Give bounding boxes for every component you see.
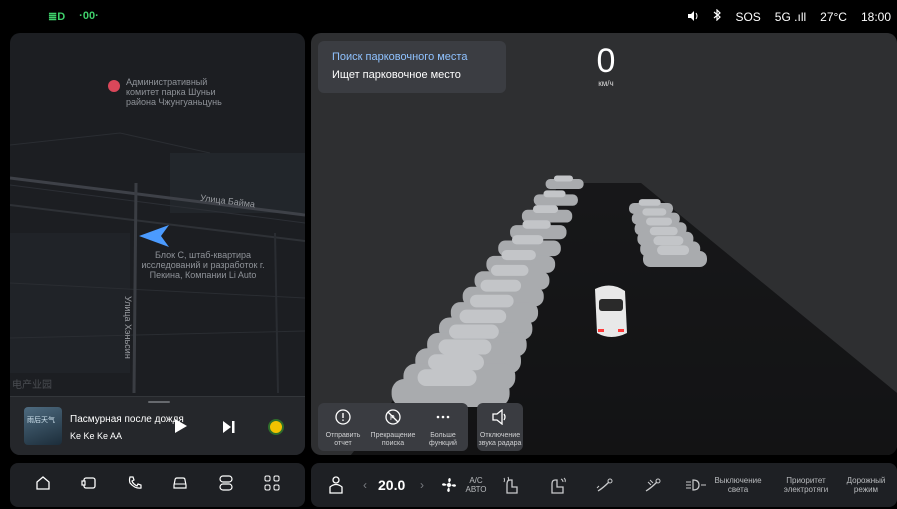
map-area-label: 电产业园 xyxy=(12,380,52,391)
svg-text:P: P xyxy=(390,415,395,422)
light-off-icon[interactable] xyxy=(685,463,707,507)
road-mode-button[interactable]: Дорожный режим xyxy=(841,463,891,507)
status-bar: ≣D ·00· SOS 5G .ıll 27°C 18:00 xyxy=(0,0,897,32)
stop-search-button[interactable]: P Прекращение поиска xyxy=(368,403,418,451)
outside-temperature: 27°C xyxy=(820,9,847,24)
music-app-icon[interactable] xyxy=(268,419,284,435)
poi-pin-icon xyxy=(108,80,120,92)
ev-priority-button[interactable]: Приоритет электротяги xyxy=(777,463,835,507)
seat-massage-icon[interactable] xyxy=(643,463,663,507)
seat-heat-icon[interactable] xyxy=(501,463,519,507)
parking-light-icon: ·00· xyxy=(79,10,99,22)
parking-scene xyxy=(351,175,897,455)
light-off-button[interactable]: Выключение света xyxy=(709,463,767,507)
parking-view: Поиск парковочного места Ищет парковочно… xyxy=(311,33,897,455)
home-icon[interactable] xyxy=(35,475,51,496)
poi-label: Административный комитет парка Шуньи рай… xyxy=(126,77,222,107)
cabin-temperature: 20.0 xyxy=(378,477,406,493)
app-dock xyxy=(10,463,305,507)
more-icon xyxy=(435,409,451,430)
next-track-icon[interactable] xyxy=(223,420,235,438)
speedometer: 0 км/ч xyxy=(583,43,629,88)
mute-radar-button[interactable]: Отключение звука радара xyxy=(477,403,523,451)
fan-icon[interactable] xyxy=(441,463,457,507)
vehicle-position-icon xyxy=(139,225,171,252)
car-icon[interactable] xyxy=(172,475,188,496)
signal-icon: .ıll xyxy=(794,9,807,24)
seat-occupancy-icon[interactable] xyxy=(329,463,343,507)
temp-decrease-button[interactable]: ‹ xyxy=(363,463,367,507)
screen-icon[interactable] xyxy=(81,475,97,496)
navigation-map[interactable]: Административный комитет парка Шуньи рай… xyxy=(10,33,305,455)
apps-icon[interactable] xyxy=(264,475,280,496)
parking-status-card: Поиск парковочного места Ищет парковочно… xyxy=(318,41,506,93)
ac-auto-button[interactable]: A/C АВТО xyxy=(459,463,493,507)
media-player[interactable]: 雨后天气 Пасмурная после дождя Ke Ke Ke AA xyxy=(10,396,305,455)
clock: 18:00 xyxy=(860,9,891,24)
speed-unit: км/ч xyxy=(598,79,614,88)
report-icon xyxy=(335,409,351,430)
poi-marker[interactable]: Административный комитет парка Шуньи рай… xyxy=(108,77,236,107)
bluetooth-icon[interactable] xyxy=(713,8,722,24)
current-location-label: Блок С, штаб-квартира исследований и раз… xyxy=(141,250,265,280)
song-artist: Ke Ke Ke AA xyxy=(70,431,123,441)
speaker-icon xyxy=(491,408,509,430)
status-text: Ищет парковочное место xyxy=(332,69,461,81)
song-title: Пасмурная после дождя xyxy=(70,414,184,425)
climate-bar: ‹ 20.0 › A/C АВТО Выключение света Приори… xyxy=(311,463,897,507)
speed-value: 0 xyxy=(596,42,616,80)
steering-heat-icon[interactable] xyxy=(595,463,615,507)
street-label: Улица Хэньсин xyxy=(123,296,133,359)
sos-label[interactable]: SOS xyxy=(735,10,760,24)
network-indicator: 5G .ıll xyxy=(774,9,807,24)
ego-vehicle xyxy=(595,285,627,337)
headlight-icon: ≣D xyxy=(48,11,66,23)
stop-search-icon: P xyxy=(385,409,401,430)
play-icon[interactable] xyxy=(175,419,187,438)
send-report-button[interactable]: Отправить отчет xyxy=(318,403,368,451)
toggle-icon[interactable] xyxy=(218,474,234,496)
status-title: Поиск парковочного места xyxy=(332,51,468,63)
drag-handle[interactable] xyxy=(148,401,170,403)
album-art[interactable]: 雨后天气 xyxy=(24,407,62,445)
temp-increase-button[interactable]: › xyxy=(420,463,424,507)
phone-icon[interactable] xyxy=(127,475,143,496)
volume-icon[interactable] xyxy=(687,10,699,24)
seat-ventilation-icon[interactable] xyxy=(549,463,567,507)
parking-actions: Отправить отчет P Прекращение поиска Бол… xyxy=(318,403,468,451)
more-functions-button[interactable]: Больше функций xyxy=(418,403,468,451)
